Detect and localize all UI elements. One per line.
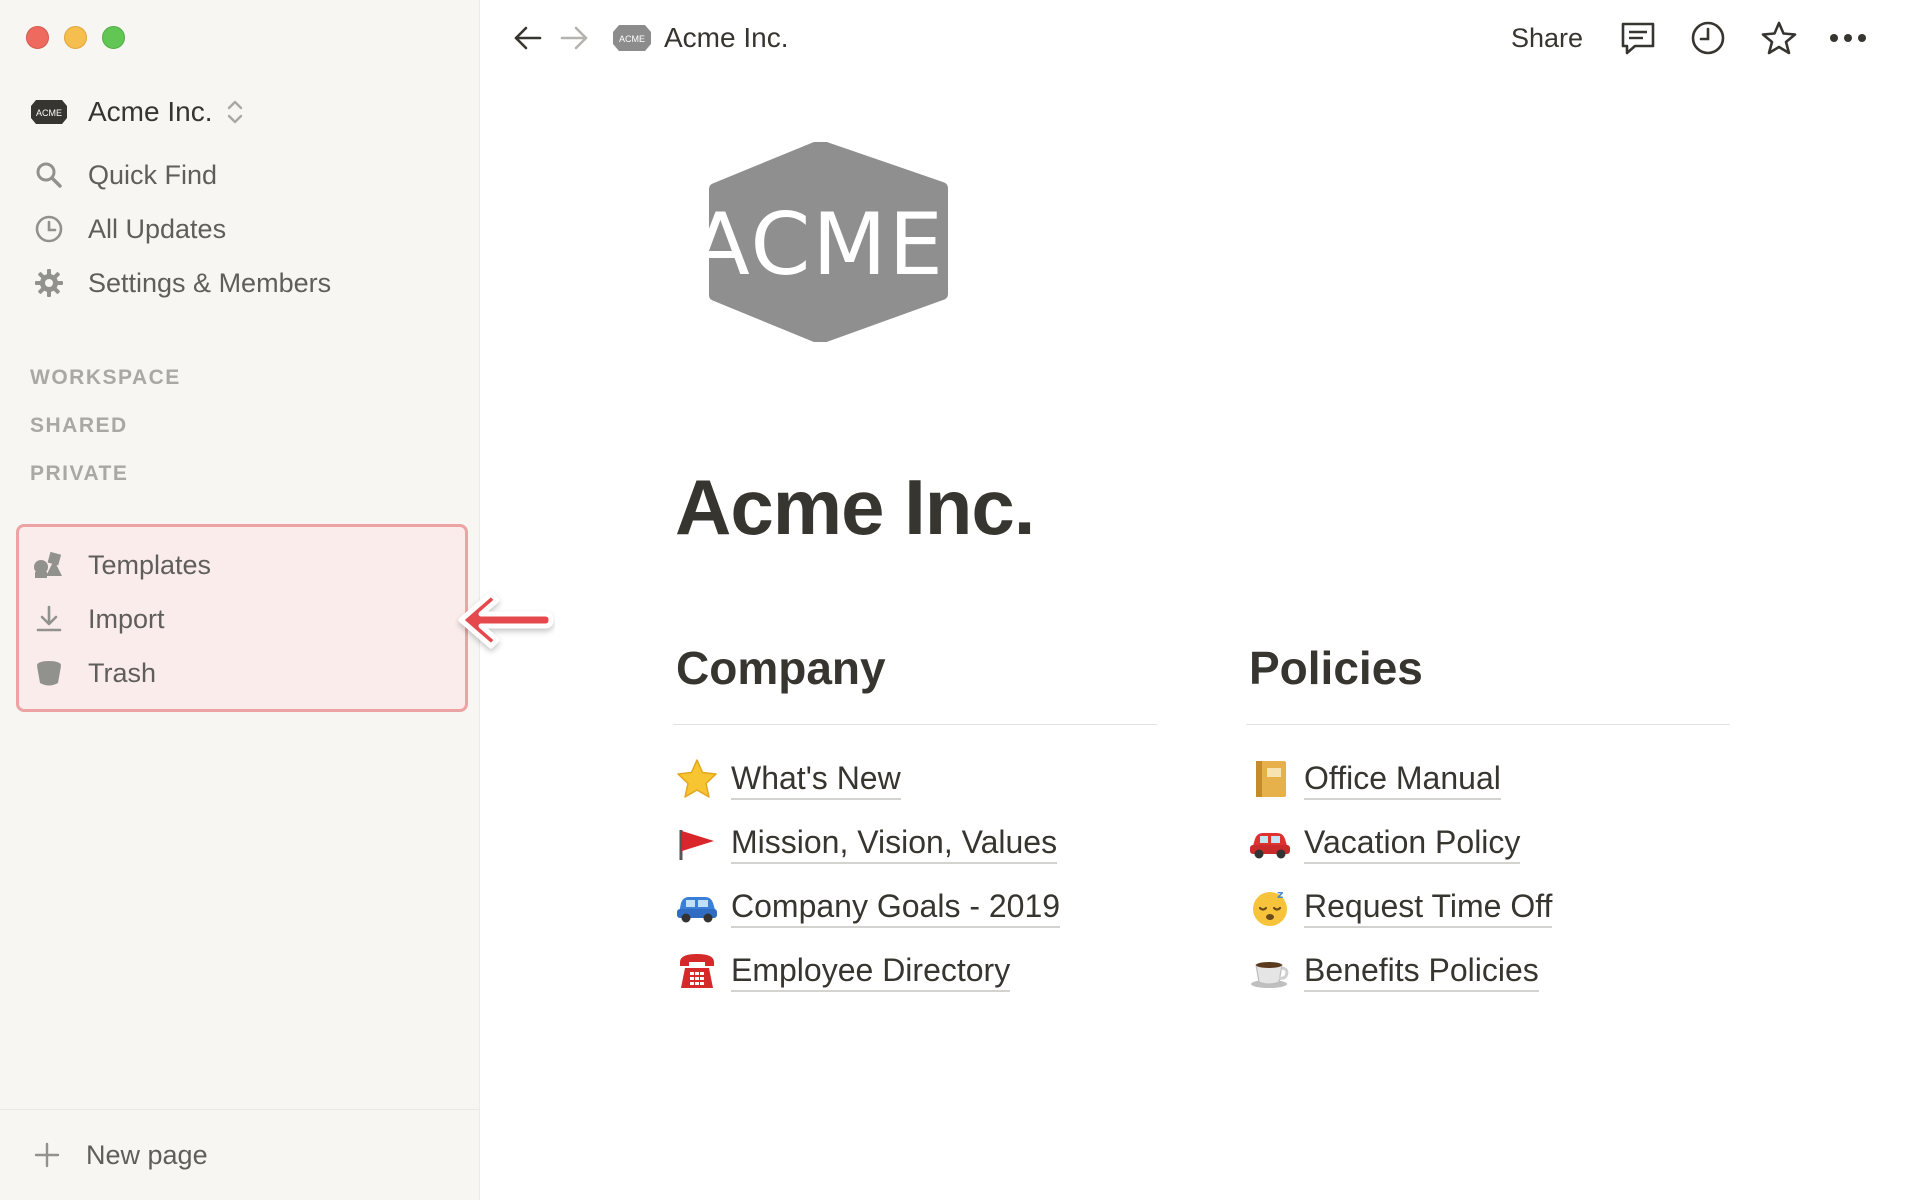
callout-arrow-icon <box>455 584 555 656</box>
gear-icon <box>32 266 66 300</box>
sleepy-face-icon: z <box>1246 883 1294 931</box>
sidebar-item-label: Quick Find <box>88 159 218 190</box>
page-link-label[interactable]: Office Manual <box>1304 759 1501 800</box>
notebook-icon <box>1246 755 1294 803</box>
page-link-label[interactable]: Request Time Off <box>1304 887 1553 928</box>
new-page-button[interactable]: New page <box>0 1109 480 1200</box>
svg-text:ACME: ACME <box>36 108 62 118</box>
zoom-window-button[interactable] <box>102 26 125 49</box>
templates-icon <box>32 548 66 582</box>
sidebar-item-import[interactable]: Import <box>24 592 464 646</box>
sidebar-bottom-nav: Templates Import Trash <box>24 538 464 700</box>
section-shared[interactable]: SHARED <box>30 414 128 438</box>
red-car-icon <box>1246 819 1294 867</box>
sidebar-item-trash[interactable]: Trash <box>24 646 464 700</box>
new-page-label: New page <box>86 1139 208 1170</box>
breadcrumb-page-icon: ACME <box>612 22 652 54</box>
page-link-label[interactable]: Employee Directory <box>731 951 1011 992</box>
sidebar-item-label: All Updates <box>88 213 227 244</box>
sidebar-item-label: Trash <box>88 657 157 688</box>
forward-arrow-icon[interactable] <box>556 20 592 56</box>
sidebar: ACME Acme Inc. Quick Find All Updates Se… <box>0 0 480 1200</box>
page-link-mission[interactable]: Mission, Vision, Values <box>673 811 1157 875</box>
workspace-logo-icon: ACME <box>30 97 68 127</box>
page-link-employee-directory[interactable]: Employee Directory <box>673 939 1157 1003</box>
column-company: Company What's New Mission, Vision, Valu… <box>673 640 1157 1003</box>
page-link-label[interactable]: Mission, Vision, Values <box>731 823 1058 864</box>
divider <box>1246 724 1730 725</box>
share-button[interactable]: Share <box>1511 20 1583 56</box>
trash-icon <box>32 656 66 690</box>
window-controls <box>26 26 125 49</box>
sidebar-item-label: Import <box>88 603 165 634</box>
section-private[interactable]: PRIVATE <box>30 462 128 486</box>
page-link-label[interactable]: Benefits Policies <box>1304 951 1539 992</box>
chevron-up-down-icon <box>226 98 244 126</box>
svg-text:ACME: ACME <box>619 34 645 44</box>
back-arrow-icon[interactable] <box>510 20 546 56</box>
more-options-icon[interactable] <box>1828 18 1868 58</box>
sidebar-item-label: Settings & Members <box>88 267 332 298</box>
page-link-office-manual[interactable]: Office Manual <box>1246 747 1730 811</box>
page-title[interactable]: Acme Inc. <box>675 462 1035 553</box>
minimize-window-button[interactable] <box>64 26 87 49</box>
close-window-button[interactable] <box>26 26 49 49</box>
page-link-label[interactable]: What's New <box>731 759 901 800</box>
sidebar-item-all-updates[interactable]: All Updates <box>24 202 464 256</box>
download-icon <box>32 602 66 636</box>
telephone-icon <box>673 947 721 995</box>
blue-car-icon <box>673 883 721 931</box>
workspace-switcher[interactable]: ACME Acme Inc. <box>30 92 244 132</box>
search-icon <box>32 158 66 192</box>
page-link-whats-new[interactable]: What's New <box>673 747 1157 811</box>
section-workspace[interactable]: WORKSPACE <box>30 366 181 390</box>
coffee-cup-icon <box>1246 947 1294 995</box>
breadcrumb[interactable]: Acme Inc. <box>664 20 788 56</box>
divider <box>673 724 1157 725</box>
page-link-vacation-policy[interactable]: Vacation Policy <box>1246 811 1730 875</box>
star-favorite-icon[interactable] <box>1759 18 1799 58</box>
page-link-benefits-policies[interactable]: Benefits Policies <box>1246 939 1730 1003</box>
column-heading: Company <box>676 642 886 694</box>
star-icon <box>673 755 721 803</box>
comment-icon[interactable] <box>1618 18 1658 58</box>
history-clock-icon[interactable] <box>1688 18 1728 58</box>
workspace-name: Acme Inc. <box>88 96 213 127</box>
sidebar-item-quick-find[interactable]: Quick Find <box>24 148 464 202</box>
clock-icon <box>32 212 66 246</box>
svg-text:z: z <box>1277 888 1283 901</box>
sidebar-item-label: Templates <box>88 549 212 580</box>
column-heading: Policies <box>1249 642 1423 694</box>
svg-text:ACME: ACME <box>691 195 945 295</box>
sidebar-item-templates[interactable]: Templates <box>24 538 464 592</box>
page-link-company-goals[interactable]: Company Goals - 2019 <box>673 875 1157 939</box>
sidebar-main-nav: Quick Find All Updates Settings & Member… <box>24 148 464 310</box>
page-logo-icon[interactable]: ACME <box>690 140 950 344</box>
plus-icon <box>30 1138 64 1172</box>
top-bar: ACME Acme Inc. Share <box>480 0 1920 78</box>
sidebar-item-settings[interactable]: Settings & Members <box>24 256 464 310</box>
page-link-label[interactable]: Company Goals - 2019 <box>731 887 1061 928</box>
red-flag-icon <box>673 819 721 867</box>
page-link-label[interactable]: Vacation Policy <box>1304 823 1521 864</box>
page-link-request-time-off[interactable]: z Request Time Off <box>1246 875 1730 939</box>
column-policies: Policies Office Manual Vacation Policy z… <box>1246 640 1730 1003</box>
